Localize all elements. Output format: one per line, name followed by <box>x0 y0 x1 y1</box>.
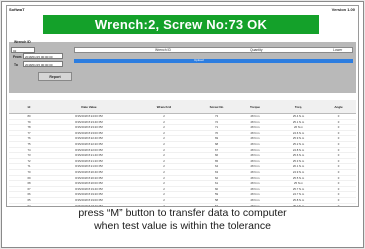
filter-header-box: Wrench ID Quantity Lower <box>74 47 353 53</box>
caption-line-2: when test value is within the tolerance <box>94 220 271 232</box>
data-table: Id Date Value Wrench Id Screw No Torque … <box>9 100 356 206</box>
version-label: Version 1.00 <box>331 7 355 12</box>
header-torq[interactable]: Torq. <box>276 100 321 114</box>
to-date-field[interactable]: 2018/01/15 00:00:00 <box>23 61 63 67</box>
header-torque[interactable]: Torque <box>234 100 276 114</box>
column-quantity: Quantity <box>250 48 263 52</box>
from-date-field[interactable]: 2018/01/15 00:00:00 <box>23 53 63 59</box>
table-header-row: Id Date Value Wrench Id Screw No Torque … <box>9 100 356 114</box>
column-wrench-id: Wrench ID <box>155 48 171 52</box>
status-banner: Wrench:2, Screw No:73 OK <box>43 15 319 34</box>
to-label: To <box>14 63 18 67</box>
figure-caption: press “M” button to transfer data to com… <box>2 207 363 233</box>
table-body: 80 8/15/2018 8:24:00 PM 2 73 28 N.m 25.4 N.m 0… <box>9 113 356 206</box>
caption-line-1: press “M” button to transfer data to com… <box>78 207 287 219</box>
wrench-id-label: Wrench ID <box>14 40 31 44</box>
query-panel: Wrench ID 02 From 2018/01/15 00:00:00 To… <box>9 40 356 93</box>
column-lower: Lower <box>333 48 343 52</box>
header-screw-no[interactable]: Screw No <box>199 100 234 114</box>
header-id[interactable]: Id <box>9 100 49 114</box>
from-label: From <box>13 55 22 59</box>
header-date[interactable]: Date Value <box>49 100 129 114</box>
upload-progress-bar: Upload <box>74 58 353 63</box>
figure-frame: SoftwaT Version 1.00 Wrench:2, Screw No:… <box>1 1 364 248</box>
app-window: SoftwaT Version 1.00 Wrench:2, Screw No:… <box>6 5 359 207</box>
report-button[interactable]: Report <box>38 72 72 81</box>
header-wrench-id[interactable]: Wrench Id <box>129 100 199 114</box>
title-bar: SoftwaT Version 1.00 <box>7 6 358 15</box>
app-title: SoftwaT <box>9 7 25 12</box>
header-angle[interactable]: Angle <box>321 100 356 114</box>
upload-label: Upload <box>194 58 204 62</box>
